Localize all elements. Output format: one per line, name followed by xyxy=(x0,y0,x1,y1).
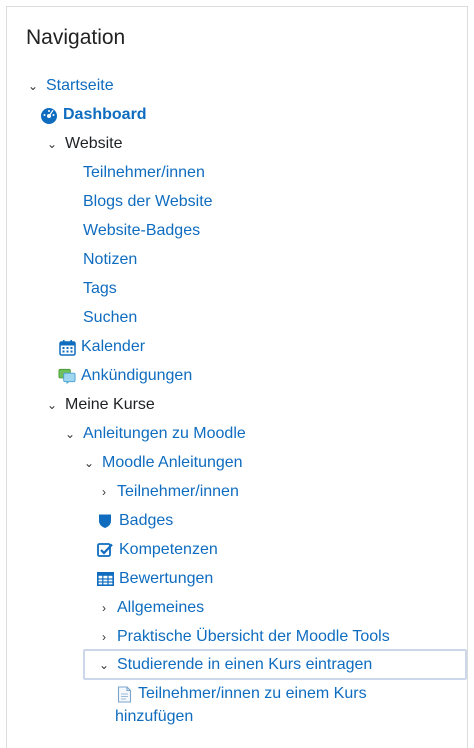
tree-item-allgemeines[interactable]: › Allgemeines xyxy=(97,595,204,621)
calendar-icon xyxy=(58,338,76,356)
chevron-down-icon[interactable]: ⌄ xyxy=(45,137,59,151)
tree-item-tags[interactable]: Tags xyxy=(83,276,117,302)
tree-item-kompetenzen[interactable]: Kompetenzen xyxy=(96,537,218,563)
chevron-down-icon[interactable]: ⌄ xyxy=(97,658,111,672)
dashboard-link[interactable]: Dashboard xyxy=(63,106,147,124)
chevron-right-icon[interactable]: › xyxy=(97,601,111,615)
website-item-label[interactable]: Blogs der Website xyxy=(83,193,213,211)
bewertungen-link[interactable]: Bewertungen xyxy=(119,570,213,588)
tree-item-ankuendigungen[interactable]: Ankündigungen xyxy=(58,363,192,389)
tree-item-blogs[interactable]: Blogs der Website xyxy=(83,189,213,215)
chevron-right-icon[interactable]: › xyxy=(97,630,111,644)
tree-item-course-teilnehmer[interactable]: › Teilnehmer/innen xyxy=(97,479,239,505)
website-item-label[interactable]: Suchen xyxy=(83,309,137,327)
dashboard-gauge-icon xyxy=(40,106,58,124)
chevron-down-icon[interactable]: ⌄ xyxy=(45,398,59,412)
tree-item-activity[interactable]: Teilnehmer/innen zu einem Kurs xyxy=(115,681,367,707)
badges-link[interactable]: Badges xyxy=(119,512,173,530)
forum-icon xyxy=(58,367,76,385)
tree-item-startseite[interactable]: ⌄ Startseite xyxy=(26,73,114,99)
block-title: Navigation xyxy=(26,26,126,49)
studierende-link[interactable]: Studierende in einen Kurs eintragen xyxy=(117,656,372,674)
website-item-label[interactable]: Notizen xyxy=(83,251,137,269)
tree-item-course[interactable]: ⌄ Anleitungen zu Moodle xyxy=(63,421,246,447)
checkbox-icon xyxy=(96,541,114,559)
tree-item-meine-kurse[interactable]: ⌄ Meine Kurse xyxy=(45,392,155,418)
website-item-label[interactable]: Teilnehmer/innen xyxy=(83,164,205,182)
course-link[interactable]: Anleitungen zu Moodle xyxy=(83,425,246,443)
praktische-link[interactable]: Praktische Übersicht der Moodle Tools xyxy=(117,628,390,646)
chevron-down-icon[interactable]: ⌄ xyxy=(82,456,96,470)
chevron-down-icon[interactable]: ⌄ xyxy=(26,79,40,93)
tree-item-section[interactable]: ⌄ Moodle Anleitungen xyxy=(82,450,243,476)
tree-item-website[interactable]: ⌄ Website xyxy=(45,131,123,157)
tree-item-website-teilnehmer[interactable]: Teilnehmer/innen xyxy=(83,160,205,186)
activity-link-line2[interactable]: hinzufügen xyxy=(115,708,193,726)
chevron-right-icon[interactable]: › xyxy=(97,485,111,499)
ankuendigungen-link[interactable]: Ankündigungen xyxy=(81,367,192,385)
table-icon xyxy=(96,570,114,588)
tree-item-dashboard[interactable]: Dashboard xyxy=(40,102,147,128)
tree-item-badges[interactable]: Badges xyxy=(96,508,173,534)
chevron-down-icon[interactable]: ⌄ xyxy=(63,427,77,441)
shield-icon xyxy=(96,512,114,530)
tree-item-praktische[interactable]: › Praktische Übersicht der Moodle Tools xyxy=(97,624,390,650)
tree-item-suchen[interactable]: Suchen xyxy=(83,305,137,331)
tree-item-kalender[interactable]: Kalender xyxy=(58,334,145,360)
tree-item-bewertungen[interactable]: Bewertungen xyxy=(96,566,213,592)
activity-link-line1[interactable]: Teilnehmer/innen zu einem Kurs xyxy=(138,685,367,703)
page-icon xyxy=(115,685,133,703)
tree-item-studierende[interactable]: ⌄ Studierende in einen Kurs eintragen xyxy=(97,652,372,678)
tree-item-notizen[interactable]: Notizen xyxy=(83,247,137,273)
section-link[interactable]: Moodle Anleitungen xyxy=(102,454,243,472)
allgemeines-link[interactable]: Allgemeines xyxy=(117,599,204,617)
website-item-label[interactable]: Tags xyxy=(83,280,117,298)
kalender-link[interactable]: Kalender xyxy=(81,338,145,356)
course-teilnehmer-link[interactable]: Teilnehmer/innen xyxy=(117,483,239,501)
meine-kurse-label[interactable]: Meine Kurse xyxy=(65,396,155,414)
kompetenzen-link[interactable]: Kompetenzen xyxy=(119,541,218,559)
website-label[interactable]: Website xyxy=(65,135,123,153)
startseite-link[interactable]: Startseite xyxy=(46,77,114,95)
tree-item-website-badges[interactable]: Website-Badges xyxy=(83,218,200,244)
website-item-label[interactable]: Website-Badges xyxy=(83,222,200,240)
